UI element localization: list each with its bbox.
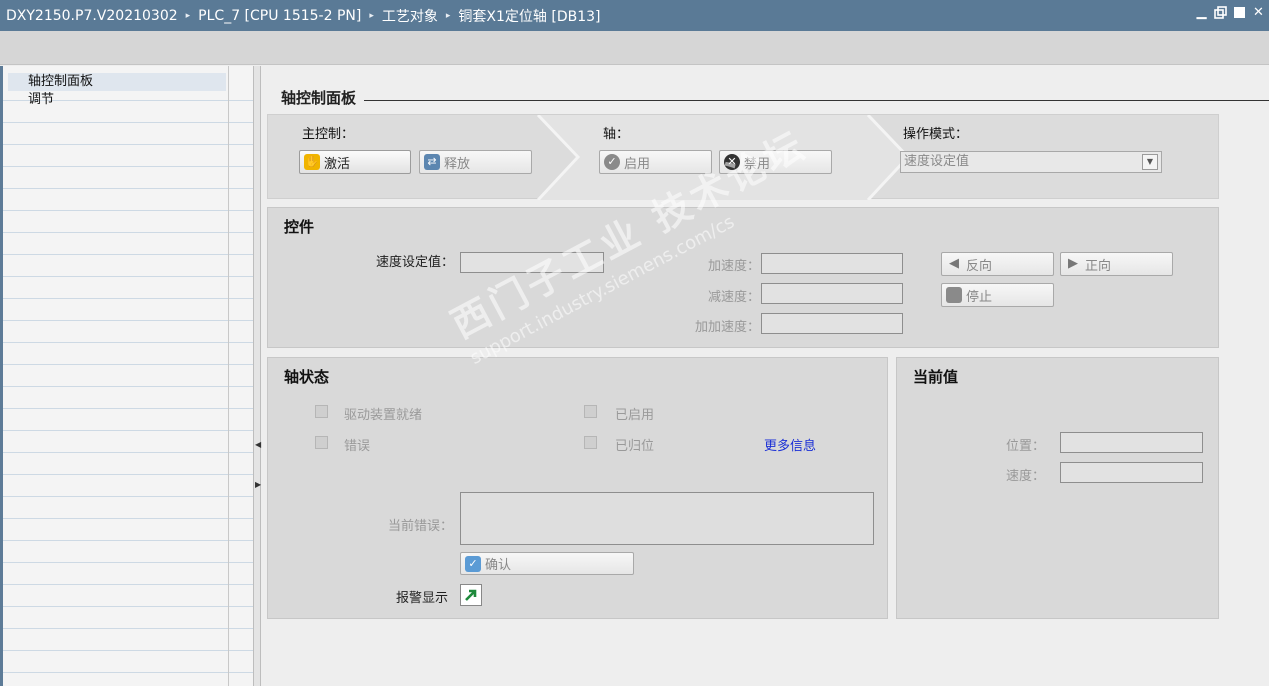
deceleration-label: 减速度： (707, 290, 760, 305)
enabled-checkbox[interactable] (584, 405, 597, 418)
error-checkbox[interactable] (315, 436, 328, 449)
stop-label: 停止 (966, 289, 993, 305)
acceleration-label: 加速度： (707, 259, 760, 274)
operating-mode-select[interactable]: 速度设定值 ▼ (900, 151, 1162, 173)
arrow-right-icon: ▶ (1068, 256, 1078, 271)
mode-strip: 主控制： ✋ 激活 ⇄ 释放 轴： ✓ 启用 ✕ 禁用 操作模式： 速度设定值 … (267, 114, 1219, 200)
reverse-button[interactable]: ◀ 反向 (941, 252, 1054, 276)
breadcrumb-axis-object[interactable]: 铜套X1定位轴 [DB13] (458, 6, 600, 26)
breadcrumb-project[interactable]: DXY2150.P7.V20210302 (6, 8, 178, 24)
hand-icon: ✋ (304, 154, 320, 170)
alarm-display-link-icon[interactable] (460, 584, 482, 606)
master-control-label: 主控制： (302, 127, 355, 142)
controls-panel: 控件 速度设定值： 加速度： 减速度： 加加速度： ◀ 反向 ▶ 正向 停止 (267, 207, 1219, 348)
breadcrumb-plc[interactable]: PLC_7 [CPU 1515-2 PN] (198, 8, 361, 24)
current-error-field[interactable] (460, 492, 874, 545)
confirm-button[interactable]: ✓ 确认 (460, 552, 634, 575)
forward-label: 正向 (1085, 258, 1112, 274)
drive-ready-checkbox[interactable] (315, 405, 328, 418)
collapse-left-icon[interactable]: ◀ (255, 436, 261, 466)
stop-button[interactable]: 停止 (941, 283, 1054, 307)
operating-mode-label: 操作模式： (903, 127, 969, 142)
stop-icon (946, 287, 962, 303)
operating-mode-value: 速度设定值 (904, 154, 970, 169)
jerk-label: 加加速度： (694, 320, 760, 335)
close-icon[interactable]: ✕ (1252, 6, 1265, 19)
window-controls: ▁ ✕ (1195, 6, 1265, 19)
page-title: 轴控制面板 (281, 87, 365, 108)
main-content: 轴控制面板 主控制： ✋ 激活 ⇄ 释放 轴： ✓ 启用 ✕ 禁用 操作模式： … (262, 66, 1269, 686)
more-info-link[interactable]: 更多信息 (764, 435, 816, 454)
sidebar-nav: 轴控制面板 调节 (0, 66, 256, 686)
breadcrumb-separator-icon: ▸ (185, 10, 191, 21)
sidebar-item-axis-control-panel[interactable]: 轴控制面板 (8, 73, 226, 91)
position-field[interactable] (1060, 432, 1203, 453)
reverse-label: 反向 (966, 258, 993, 274)
disable-button[interactable]: ✕ 禁用 (719, 150, 832, 174)
chevron-down-icon[interactable]: ▼ (1142, 154, 1158, 170)
axis-label: 轴： (603, 127, 630, 142)
activate-button[interactable]: ✋ 激活 (299, 150, 411, 174)
minimize-icon[interactable]: ▁ (1195, 6, 1208, 19)
sidebar-column-divider (228, 66, 229, 686)
speed-field[interactable] (1060, 462, 1203, 483)
axis-status-panel: 轴状态 驱动装置就绪 错误 已启用 已归位 更多信息 当前错误： ✓ 确认 报警… (267, 357, 888, 619)
activate-label: 激活 (324, 156, 351, 172)
speed-label: 速度： (1005, 469, 1045, 484)
speed-setpoint-field[interactable] (460, 252, 604, 273)
homed-label: 已归位 (615, 439, 655, 454)
breadcrumb-technology-objects[interactable]: 工艺对象 (382, 6, 438, 26)
acceleration-field[interactable] (761, 253, 903, 274)
speed-setpoint-label: 速度设定值： (375, 255, 454, 270)
axis-status-title: 轴状态 (284, 368, 330, 386)
expand-right-icon[interactable]: ▶ (255, 476, 261, 506)
homed-checkbox[interactable] (584, 436, 597, 449)
toolbar (0, 31, 1269, 65)
cross-icon: ✕ (724, 154, 740, 170)
arrow-left-icon: ◀ (949, 256, 959, 271)
release-icon: ⇄ (424, 154, 440, 170)
title-rule (281, 100, 1269, 101)
maximize-icon[interactable] (1233, 6, 1246, 19)
release-label: 释放 (444, 156, 471, 172)
drive-ready-label: 驱动装置就绪 (344, 408, 423, 423)
sidebar-item-tuning[interactable]: 调节 (8, 91, 226, 109)
breadcrumb-separator-icon: ▸ (445, 10, 451, 21)
sidebar-edge (0, 66, 3, 686)
current-values-title: 当前值 (913, 368, 959, 386)
enable-label: 启用 (624, 156, 651, 172)
disable-label: 禁用 (744, 156, 771, 172)
release-button[interactable]: ⇄ 释放 (419, 150, 532, 174)
confirm-icon: ✓ (465, 555, 481, 572)
position-label: 位置： (1005, 439, 1045, 454)
jerk-field[interactable] (761, 313, 903, 334)
forward-button[interactable]: ▶ 正向 (1060, 252, 1173, 276)
enabled-label: 已启用 (615, 408, 655, 423)
enable-button[interactable]: ✓ 启用 (599, 150, 712, 174)
error-label: 错误 (344, 439, 371, 454)
deceleration-field[interactable] (761, 283, 903, 304)
current-error-label: 当前错误： (387, 519, 453, 534)
alarm-display-label: 报警显示 (395, 591, 448, 606)
panel-splitter[interactable]: ◀ ▶ (253, 66, 261, 686)
confirm-label: 确认 (485, 558, 512, 573)
current-values-panel: 当前值 位置： 速度： (896, 357, 1219, 619)
controls-title: 控件 (284, 218, 315, 236)
breadcrumb-separator-icon: ▸ (369, 10, 374, 21)
check-icon: ✓ (604, 154, 620, 170)
restore-icon[interactable] (1214, 6, 1227, 19)
window-titlebar: DXY2150.P7.V20210302 ▸ PLC_7 [CPU 1515-2… (0, 0, 1269, 31)
